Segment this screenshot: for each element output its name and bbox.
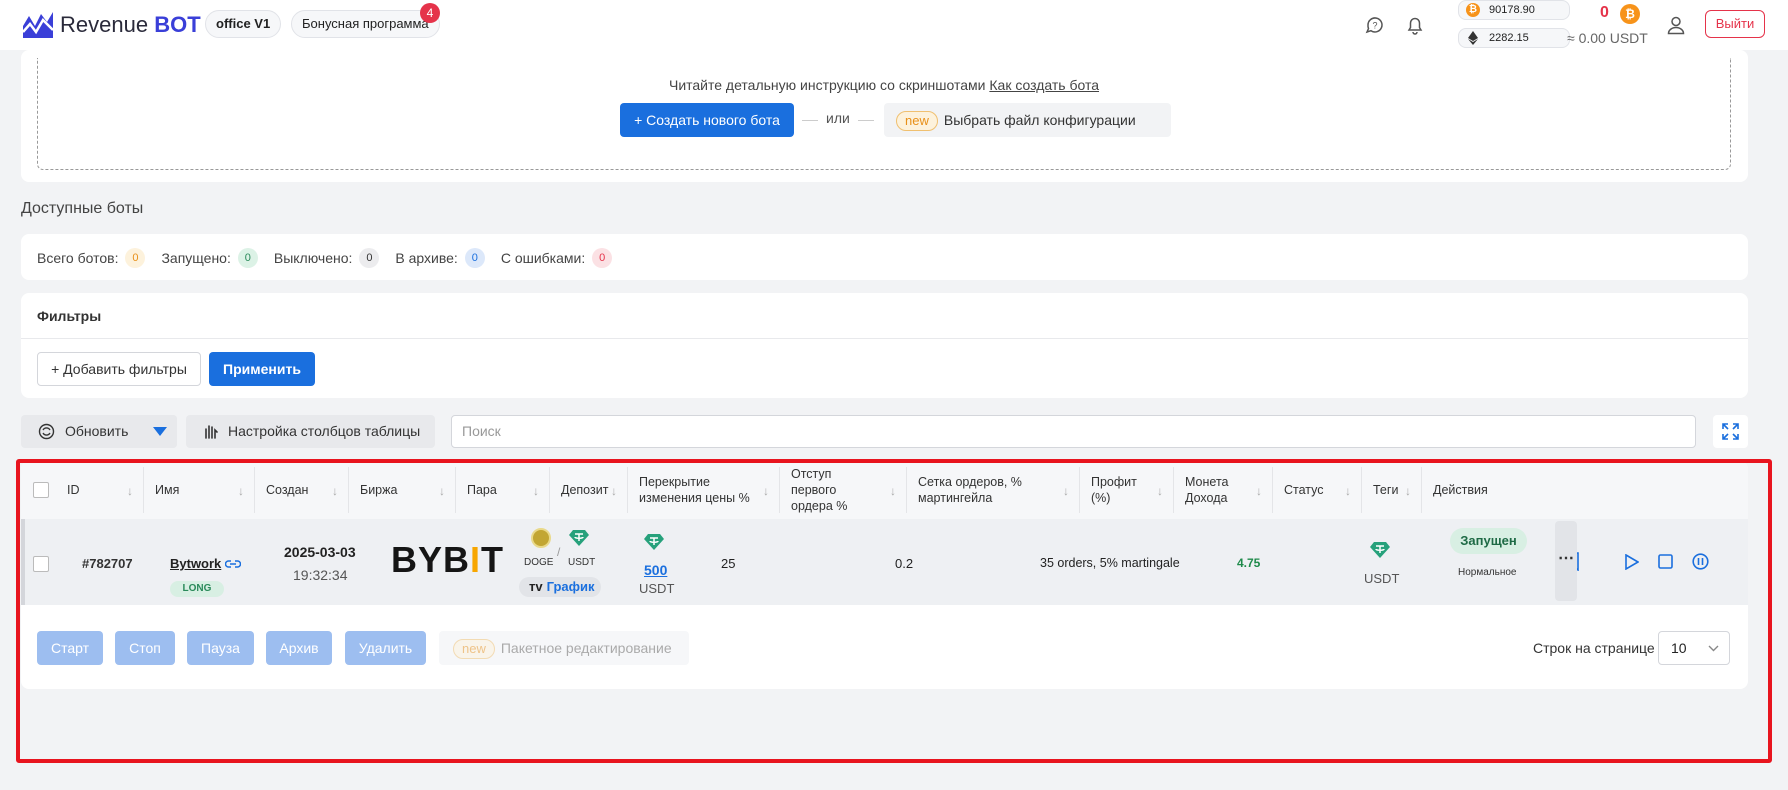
bonus-count-badge: 4 [420,3,440,23]
bitcoin-icon: ₿ [1466,3,1480,17]
stat-count-badge: 0 [237,248,258,268]
hand-columns-icon [205,425,218,439]
fullscreen-button[interactable] [1713,415,1748,448]
refresh-icon [38,423,55,440]
how-to-create-link[interactable]: Как создать бота [989,77,1099,93]
highlight-frame [16,459,1772,763]
filters-divider [21,338,1748,339]
stat-label: Всего ботов: [37,250,119,266]
filters-title: Фильтры [37,308,102,324]
btc-balance-box[interactable]: ₿ 90178.90 [1458,0,1570,20]
table-columns-settings-button[interactable]: Настройка столбцов таблицы [186,415,435,448]
logout-button[interactable]: Выйти [1705,10,1765,38]
ethereum-icon [1468,31,1478,45]
add-filters-button[interactable]: + Добавить фильтры [37,352,201,386]
stat-item: Выключено: 0 [274,248,380,268]
choose-config-file-button[interactable]: new Выбрать файл конфигурации [884,103,1171,137]
caret-down-icon [153,427,167,436]
stat-item: Всего ботов: 0 [37,248,146,268]
stat-label: Выключено: [273,250,353,266]
stat-item: В архиве: 0 [395,248,485,268]
eth-balance-box[interactable]: 2282.15 [1458,28,1570,48]
btc-count: 0 [1600,4,1609,21]
user-profile-icon[interactable] [1665,14,1687,36]
notifications-bell-icon[interactable] [1404,14,1426,36]
filters-card: Фильтры + Добавить фильтры Применить [21,293,1748,398]
stat-label: Запущено: [161,250,231,266]
bonus-program-button[interactable]: Бонусная программа [291,10,440,38]
usdt-total: ≈ 0.00 USDT [1567,30,1648,46]
stat-count-badge: 0 [359,248,380,268]
top-header: Revenue BOT office V1 Бонусная программа… [0,0,1788,50]
expand-icon [1722,423,1739,440]
stat-label: С ошибками: [500,250,586,266]
logo-text-revenue: Revenue [60,12,149,37]
or-label: или [826,110,850,126]
logo[interactable]: Revenue BOT [20,8,201,42]
search-input[interactable]: Поиск [451,415,1696,448]
instruction-label: Читайте детальную инструкцию со скриншот… [668,77,986,93]
available-bots-title: Доступные боты [21,200,144,217]
apply-filters-button[interactable]: Применить [209,352,315,386]
bot-stats: Всего ботов: 0 Запущено: 0 Выключено: 0 В архи… [37,248,628,268]
bitcoin-wallet-icon[interactable]: ₿ [1620,4,1640,24]
logo-icon [22,12,54,38]
logo-text-bot: BOT [154,12,201,37]
bot-stats-card: Всего ботов: 0 Запущено: 0 Выключено: 0 В архи… [21,234,1748,280]
create-new-bot-button[interactable]: + Создать нового бота [620,103,794,137]
stat-item: С ошибками: 0 [500,248,613,268]
stat-item: Запущено: 0 [161,248,258,268]
refresh-options-dropdown[interactable] [143,415,177,448]
stat-count-badge: 0 [464,248,485,268]
support-icon[interactable]: ? [1364,14,1386,36]
svg-text:?: ? [1373,21,1378,31]
btc-balance: 90178.90 [1489,4,1535,16]
stat-count-badge: 0 [592,248,613,268]
stat-count-badge: 0 [125,248,146,268]
eth-balance: 2282.15 [1489,32,1529,44]
refresh-label: Обновить [65,423,129,439]
choose-config-label: Выбрать файл конфигурации [943,112,1136,128]
office-switch[interactable]: office V1 [205,10,282,38]
instruction-text: Читайте детальную инструкцию со скриншот… [38,77,1730,93]
new-badge: new [896,111,938,131]
or-divider-right [858,120,874,121]
table-columns-settings-label: Настройка столбцов таблицы [228,423,421,439]
or-divider-left [802,120,818,121]
stat-label: В архиве: [395,250,458,266]
create-bot-card: Читайте детальную инструкцию со скриншот… [21,50,1748,182]
